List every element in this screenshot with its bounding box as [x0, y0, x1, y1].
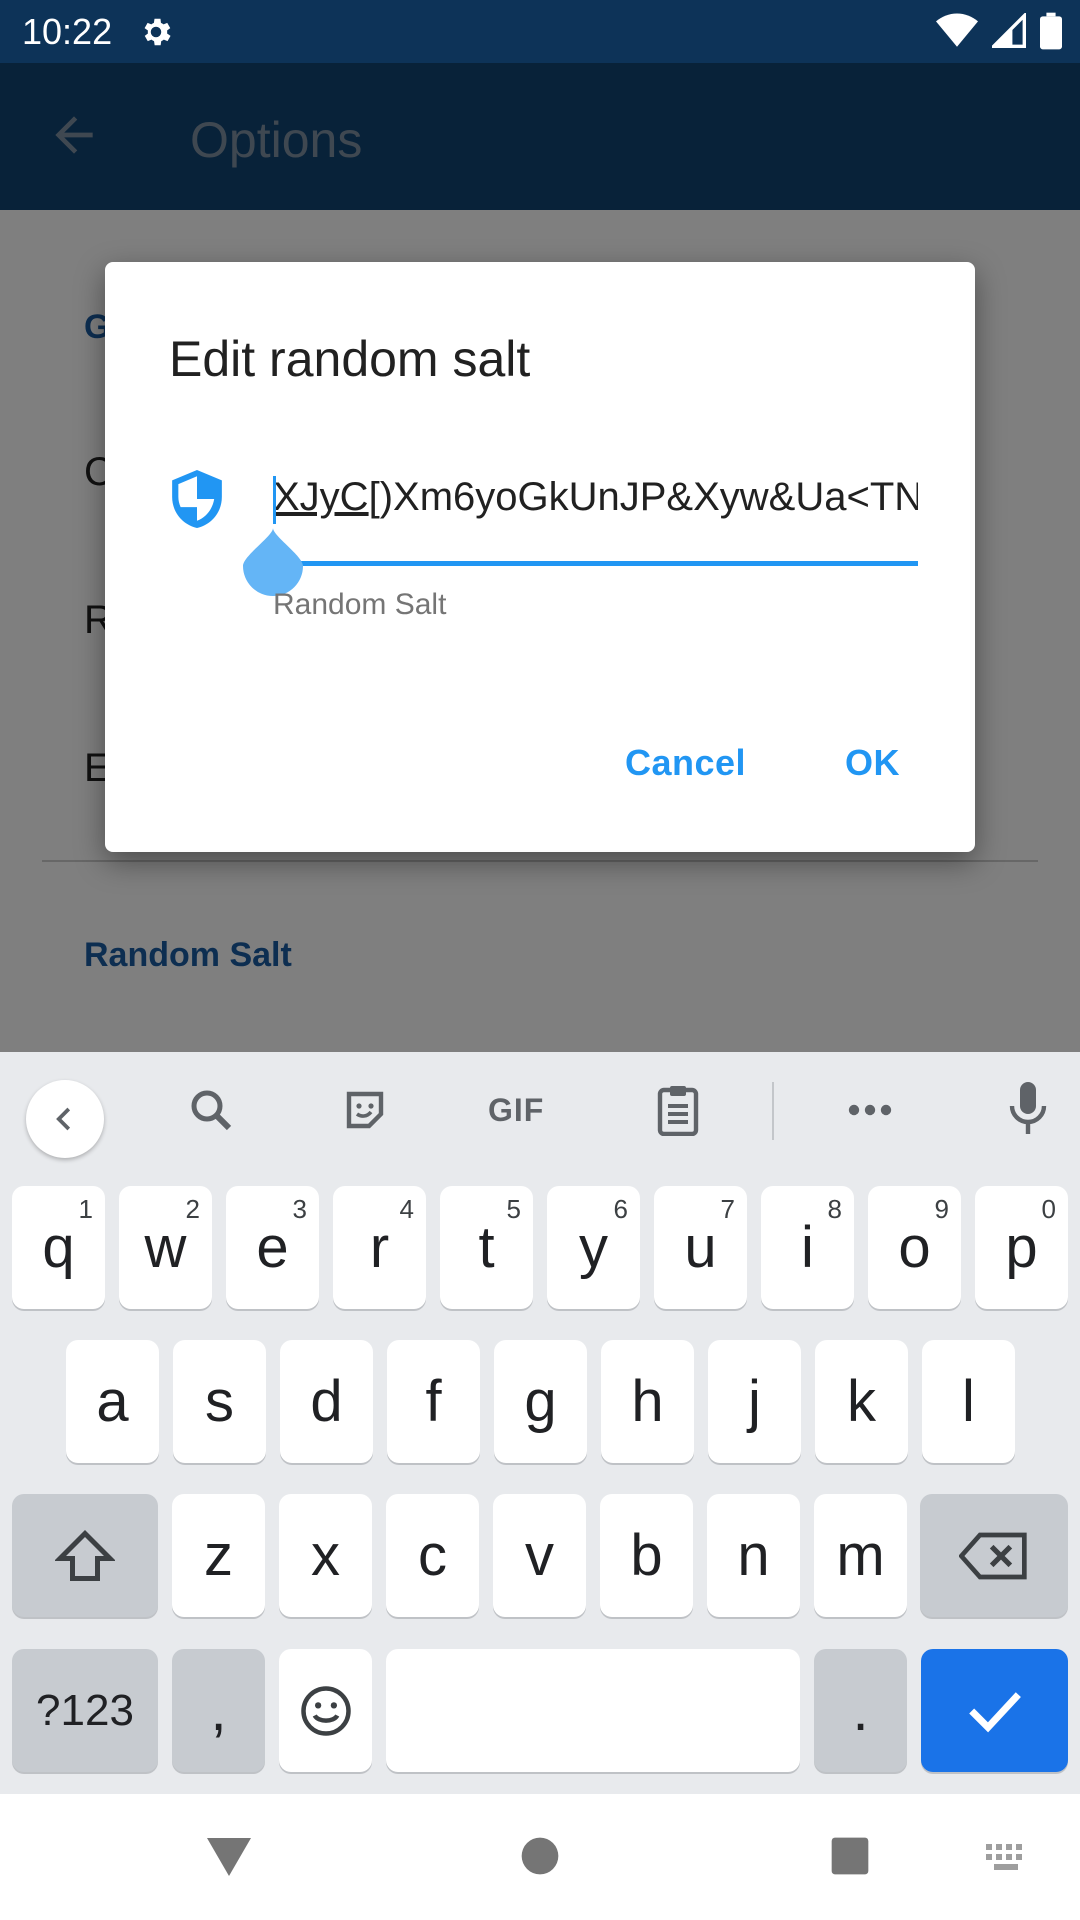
- shield-icon: [172, 470, 222, 528]
- shift-key[interactable]: [12, 1494, 158, 1617]
- key-i[interactable]: i8: [761, 1186, 854, 1309]
- key-hint: 5: [506, 1194, 521, 1224]
- key-label: r: [369, 1215, 390, 1280]
- key-r[interactable]: r4: [333, 1186, 426, 1309]
- key-y[interactable]: y6: [547, 1186, 640, 1309]
- key-o[interactable]: o9: [868, 1186, 961, 1309]
- more-options-icon[interactable]: [842, 1082, 898, 1138]
- nav-back-icon[interactable]: [205, 1836, 253, 1878]
- comma-key[interactable]: ,: [172, 1649, 265, 1772]
- key-label: p: [1005, 1215, 1038, 1280]
- backspace-key[interactable]: [920, 1494, 1068, 1617]
- key-hint: 7: [720, 1194, 735, 1224]
- ok-button[interactable]: OK: [845, 742, 900, 784]
- input-helper-label: Random Salt: [273, 588, 447, 621]
- keyboard-switcher-icon[interactable]: [986, 1844, 1030, 1872]
- emoji-key[interactable]: [279, 1649, 372, 1772]
- key-q[interactable]: q1: [12, 1186, 105, 1309]
- toolbar-separator: [772, 1082, 774, 1140]
- backspace-icon: [959, 1532, 1027, 1579]
- battery-icon: [1040, 12, 1062, 50]
- period-key[interactable]: .: [814, 1649, 907, 1772]
- search-icon[interactable]: [183, 1082, 239, 1138]
- key-s[interactable]: s: [173, 1340, 266, 1463]
- sticker-icon[interactable]: [337, 1082, 393, 1138]
- key-label: e: [256, 1215, 289, 1280]
- key-w[interactable]: w2: [119, 1186, 212, 1309]
- key-j[interactable]: j: [708, 1340, 801, 1463]
- key-hint: 6: [613, 1194, 628, 1224]
- settings-gear-icon: [144, 18, 171, 45]
- chevron-left-icon: [56, 1107, 71, 1131]
- status-icons: [936, 12, 1062, 50]
- soft-keyboard: GIF q1w2e3r4t5y6u7i8o9p0 asdfghjkl zxcvb…: [0, 1052, 1080, 1794]
- checkmark-icon: [968, 1691, 1021, 1732]
- keyboard-toolbar: GIF: [0, 1052, 1080, 1168]
- key-z[interactable]: z: [172, 1494, 265, 1617]
- key-label: y: [579, 1215, 608, 1280]
- key-label: u: [684, 1215, 717, 1280]
- key-m[interactable]: m: [814, 1494, 907, 1617]
- key-label: q: [42, 1215, 75, 1280]
- symbols-key[interactable]: ?123: [12, 1649, 158, 1772]
- enter-key[interactable]: [921, 1649, 1068, 1772]
- cell-signal-icon: [992, 13, 1026, 48]
- selection-handle-icon[interactable]: [243, 528, 303, 596]
- gif-button[interactable]: GIF: [488, 1092, 544, 1129]
- navigation-bar: [0, 1794, 1080, 1920]
- clipboard-icon[interactable]: [650, 1082, 706, 1138]
- key-e[interactable]: e3: [226, 1186, 319, 1309]
- random-salt-input[interactable]: XJyC[)Xm6yoGkUnJP&Xyw&Ua<TN: [273, 462, 918, 532]
- space-key[interactable]: [386, 1649, 800, 1772]
- key-label: o: [898, 1215, 931, 1280]
- key-hint: 8: [827, 1194, 842, 1224]
- key-a[interactable]: a: [66, 1340, 159, 1463]
- status-bar: 10:22: [0, 0, 1080, 63]
- key-n[interactable]: n: [707, 1494, 800, 1617]
- dialog-title: Edit random salt: [169, 331, 531, 387]
- key-b[interactable]: b: [600, 1494, 693, 1617]
- text-caret: [273, 476, 276, 524]
- keyboard-collapse-button[interactable]: [26, 1080, 104, 1158]
- key-g[interactable]: g: [494, 1340, 587, 1463]
- key-hint: 3: [292, 1194, 307, 1224]
- nav-recents-icon[interactable]: [830, 1836, 870, 1876]
- key-label: w: [144, 1215, 187, 1280]
- key-label: t: [478, 1215, 495, 1280]
- cancel-button[interactable]: Cancel: [625, 742, 746, 784]
- microphone-icon[interactable]: [1000, 1082, 1056, 1138]
- key-h[interactable]: h: [601, 1340, 694, 1463]
- key-hint: 9: [934, 1194, 949, 1224]
- key-f[interactable]: f: [387, 1340, 480, 1463]
- key-v[interactable]: v: [493, 1494, 586, 1617]
- key-hint: 2: [185, 1194, 200, 1224]
- key-hint: 4: [399, 1194, 414, 1224]
- key-k[interactable]: k: [815, 1340, 908, 1463]
- status-time: 10:22: [22, 10, 113, 52]
- key-c[interactable]: c: [386, 1494, 479, 1617]
- wifi-icon: [936, 13, 978, 47]
- key-u[interactable]: u7: [654, 1186, 747, 1309]
- key-label: i: [801, 1215, 814, 1280]
- key-t[interactable]: t5: [440, 1186, 533, 1309]
- edit-salt-dialog: Edit random salt XJyC[)Xm6yoGkUnJP&Xyw&U…: [105, 262, 975, 852]
- selected-text: XJyC: [273, 475, 369, 519]
- shift-arrow-icon: [55, 1529, 115, 1581]
- key-d[interactable]: d: [280, 1340, 373, 1463]
- input-text-rest: [)Xm6yoGkUnJP&Xyw&Ua<TN: [368, 475, 918, 519]
- nav-home-icon[interactable]: [520, 1836, 560, 1876]
- key-hint: 1: [78, 1194, 93, 1224]
- input-underline: [273, 561, 918, 566]
- key-p[interactable]: p0: [975, 1186, 1068, 1309]
- emoji-icon: [300, 1685, 351, 1736]
- key-x[interactable]: x: [279, 1494, 372, 1617]
- key-l[interactable]: l: [922, 1340, 1015, 1463]
- key-hint: 0: [1041, 1194, 1056, 1224]
